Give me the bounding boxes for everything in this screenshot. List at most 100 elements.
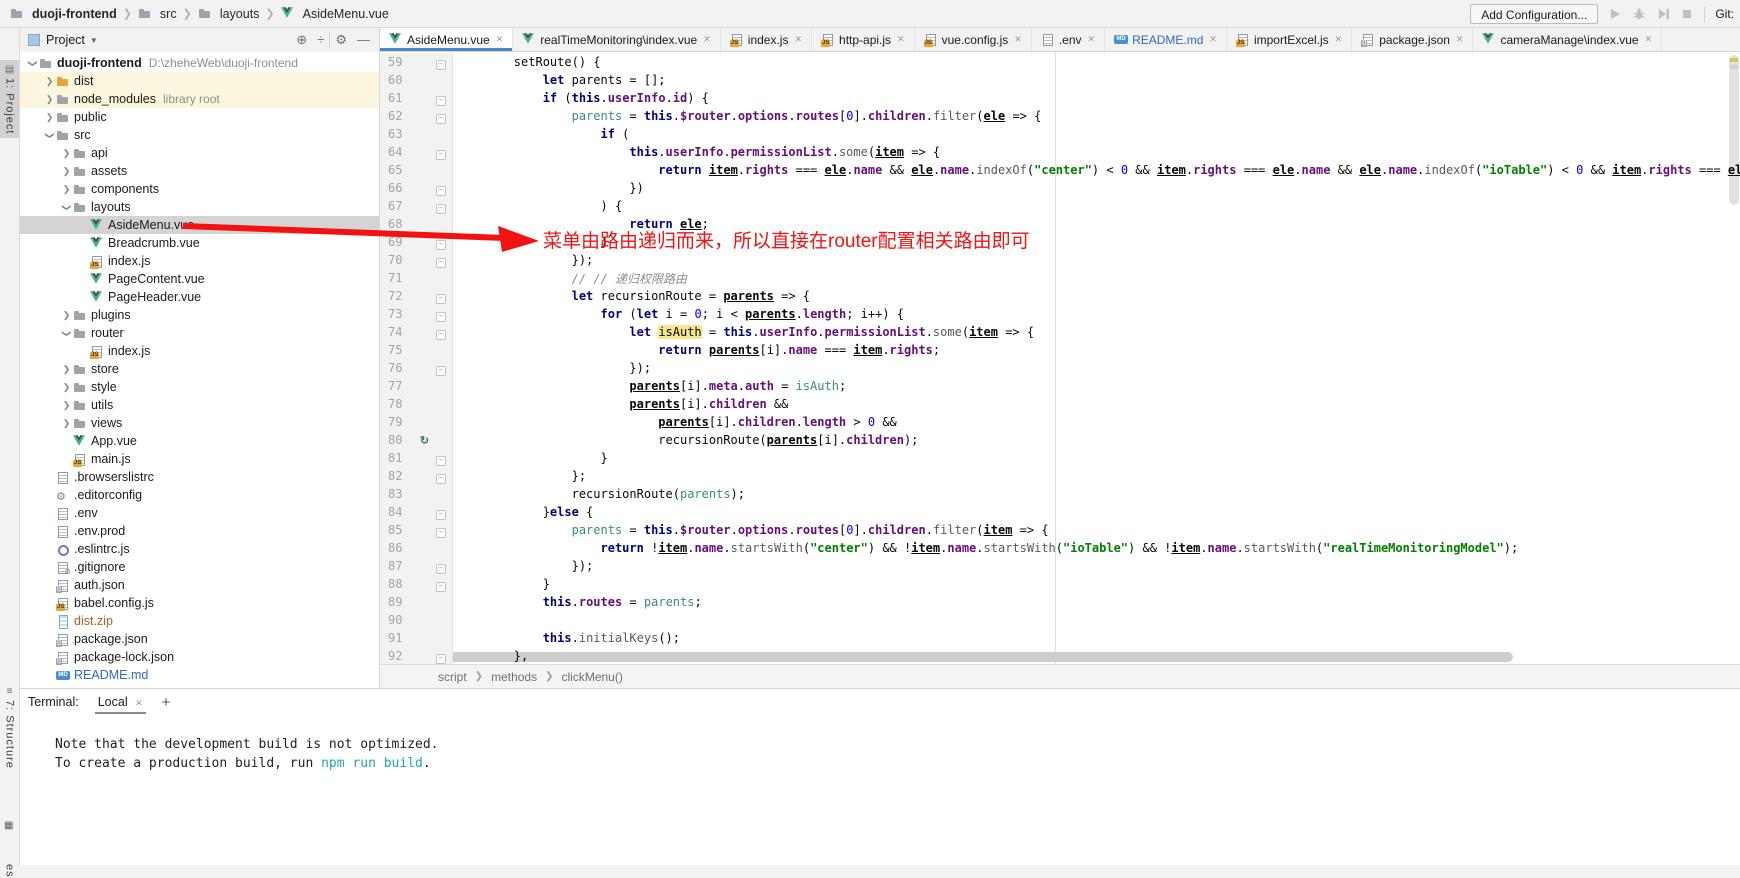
fold-marker-slot[interactable]: − [433, 197, 448, 215]
terminal-tab-local[interactable]: Local ✕ [95, 691, 146, 714]
tree-item-main.js[interactable]: JSmain.js [20, 450, 379, 468]
editor-tab-index.js[interactable]: JSindex.js✕ [721, 28, 812, 51]
fold-marker-slot[interactable]: − [433, 521, 448, 539]
editor-tab-package.json[interactable]: ()package.json✕ [1352, 28, 1473, 51]
breadcrumb-item-src[interactable]: src [138, 7, 177, 21]
editor-breadcrumb-methods[interactable]: methods [491, 670, 537, 684]
fold-marker-slot[interactable]: − [433, 287, 448, 305]
tree-item-views[interactable]: ❯views [20, 414, 379, 432]
editor-tab-README.md[interactable]: MDREADME.md✕ [1105, 28, 1227, 51]
fold-marker-icon[interactable]: − [436, 456, 446, 466]
chevron-right-icon[interactable]: ❯ [43, 94, 56, 105]
chevron-right-icon[interactable]: ❯ [60, 382, 73, 393]
tab-close-icon[interactable]: ✕ [703, 34, 711, 45]
chevron-right-icon[interactable]: ❯ [60, 166, 73, 177]
fold-marker-slot[interactable]: − [433, 647, 448, 664]
tab-close-icon[interactable]: ✕ [1645, 34, 1653, 45]
chevron-right-icon[interactable]: ❯ [60, 364, 73, 375]
tree-item-PageContent.vue[interactable]: PageContent.vue [20, 270, 379, 288]
chevron-down-icon[interactable]: ❯ [44, 129, 55, 142]
chevron-down-icon[interactable]: ❯ [61, 201, 72, 214]
fold-marker-icon[interactable]: − [436, 258, 446, 268]
tree-item-babel.config.js[interactable]: JSbabel.config.js [20, 594, 379, 612]
terminal-output[interactable]: Note that the development build is not o… [20, 715, 1740, 773]
fold-marker-icon[interactable]: − [436, 60, 446, 70]
editor-breadcrumb-clickMenu--[interactable]: clickMenu() [561, 670, 622, 684]
tree-item-Breadcrumb.vue[interactable]: Breadcrumb.vue [20, 234, 379, 252]
tree-item-.env.prod[interactable]: .env.prod [20, 522, 379, 540]
fold-marker-slot[interactable]: − [433, 233, 448, 251]
tree-item-.eslintrc.js[interactable]: .eslintrc.js [20, 540, 379, 558]
fold-marker-icon[interactable]: − [436, 294, 446, 304]
fold-marker-slot[interactable]: − [433, 53, 448, 71]
chevron-right-icon[interactable]: ❯ [60, 400, 73, 411]
tree-item-plugins[interactable]: ❯plugins [20, 306, 379, 324]
editor-tab-importExcel.js[interactable]: JSimportExcel.js✕ [1227, 28, 1352, 51]
fold-marker-slot[interactable]: − [433, 557, 448, 575]
git-menu-label[interactable]: Git: [1715, 7, 1734, 21]
tree-item-dist[interactable]: ❯dist [20, 72, 379, 90]
tree-item-assets[interactable]: ❯assets [20, 162, 379, 180]
fold-marker-icon[interactable]: − [436, 510, 446, 520]
editor-tab-http-api.js[interactable]: JShttp-api.js✕ [812, 28, 915, 51]
tree-item-api[interactable]: ❯api [20, 144, 379, 162]
stop-icon[interactable] [1680, 7, 1694, 21]
tree-item-index.js[interactable]: JSindex.js [20, 252, 379, 270]
fold-marker-slot[interactable]: − [433, 305, 448, 323]
chevron-right-icon[interactable]: ❯ [60, 418, 73, 429]
fold-marker-slot[interactable]: − [433, 467, 448, 485]
run-icon[interactable] [1608, 7, 1622, 21]
tree-item-node_modules[interactable]: ❯node_moduleslibrary root [20, 90, 379, 108]
chevron-right-icon[interactable]: ❯ [60, 184, 73, 195]
tool-window-button-partial[interactable]: es [0, 864, 19, 878]
breadcrumb-item-AsideMenu.vue[interactable]: AsideMenu.vue [281, 7, 389, 21]
fold-marker-slot[interactable]: − [433, 89, 448, 107]
project-panel-title[interactable]: Project [46, 33, 85, 47]
tool-strip-grid-icon[interactable]: ▦ [4, 820, 13, 831]
editor-tab-cameraManage-index.vue[interactable]: cameraManage\index.vue✕ [1473, 28, 1662, 51]
fold-marker-icon[interactable]: − [436, 528, 446, 538]
tree-item-dist.zip[interactable]: dist.zip [20, 612, 379, 630]
new-terminal-session-button[interactable]: + [162, 694, 171, 711]
fold-marker-icon[interactable]: − [436, 582, 446, 592]
editor-body[interactable]: 59− setRoute() {60 let parents = [];61− … [380, 52, 1740, 664]
breadcrumb-item-layouts[interactable]: layouts [198, 7, 260, 21]
add-configuration-button[interactable]: Add Configuration... [1470, 4, 1598, 24]
chevron-right-icon[interactable]: ❯ [43, 76, 56, 87]
tool-window-button-structure[interactable]: ≡ 7: Structure [0, 686, 19, 769]
tree-item-router[interactable]: ❯router [20, 324, 379, 342]
tree-item-PageHeader.vue[interactable]: PageHeader.vue [20, 288, 379, 306]
tree-item-.browserslistrc[interactable]: .browserslistrc [20, 468, 379, 486]
tree-item-components[interactable]: ❯components [20, 180, 379, 198]
chevron-right-icon[interactable]: ❯ [60, 148, 73, 159]
fold-marker-icon[interactable]: − [436, 564, 446, 574]
tab-close-icon[interactable]: ✕ [1209, 34, 1217, 45]
fold-marker-icon[interactable]: − [436, 366, 446, 376]
fold-marker-slot[interactable]: − [433, 323, 448, 341]
fold-marker-slot[interactable]: − [433, 143, 448, 161]
tree-item-AsideMenu.vue[interactable]: AsideMenu.vue [20, 216, 379, 234]
fold-marker-slot[interactable]: − [433, 359, 448, 377]
fold-marker-slot[interactable]: − [433, 179, 448, 197]
fold-marker-icon[interactable]: − [436, 186, 446, 196]
tab-close-icon[interactable]: ✕ [1088, 34, 1096, 45]
tree-item-.editorconfig[interactable]: ⚙.editorconfig [20, 486, 379, 504]
tab-close-icon[interactable]: ✕ [1014, 34, 1022, 45]
tool-window-button-project[interactable]: ▤ 1: Project [0, 60, 19, 138]
locate-file-icon[interactable]: ⊕ [296, 30, 307, 50]
breadcrumb-item-duoji-frontend[interactable]: duoji-frontend [10, 7, 117, 21]
tree-item-.gitignore[interactable]: ⊘.gitignore [20, 558, 379, 576]
tree-item-auth.json[interactable]: ()auth.json [20, 576, 379, 594]
tree-item-README.md[interactable]: MDREADME.md [20, 666, 379, 684]
tree-item-duoji-frontend[interactable]: ❯duoji-frontendD:\zheheWeb\duoji-fronten… [20, 54, 379, 72]
tree-item-index.js[interactable]: JSindex.js [20, 342, 379, 360]
tree-item-public[interactable]: ❯public [20, 108, 379, 126]
tree-item-package.json[interactable]: ()package.json [20, 630, 379, 648]
fold-marker-slot[interactable]: − [433, 503, 448, 521]
tree-item-store[interactable]: ❯store [20, 360, 379, 378]
editor-tab-AsideMenu.vue[interactable]: AsideMenu.vue✕ [380, 28, 513, 51]
editor-breadcrumb-script[interactable]: script [438, 670, 467, 684]
tab-close-icon[interactable]: ✕ [496, 34, 504, 45]
fold-marker-icon[interactable]: − [436, 204, 446, 214]
settings-gear-icon[interactable]: ⚙ [335, 30, 347, 50]
